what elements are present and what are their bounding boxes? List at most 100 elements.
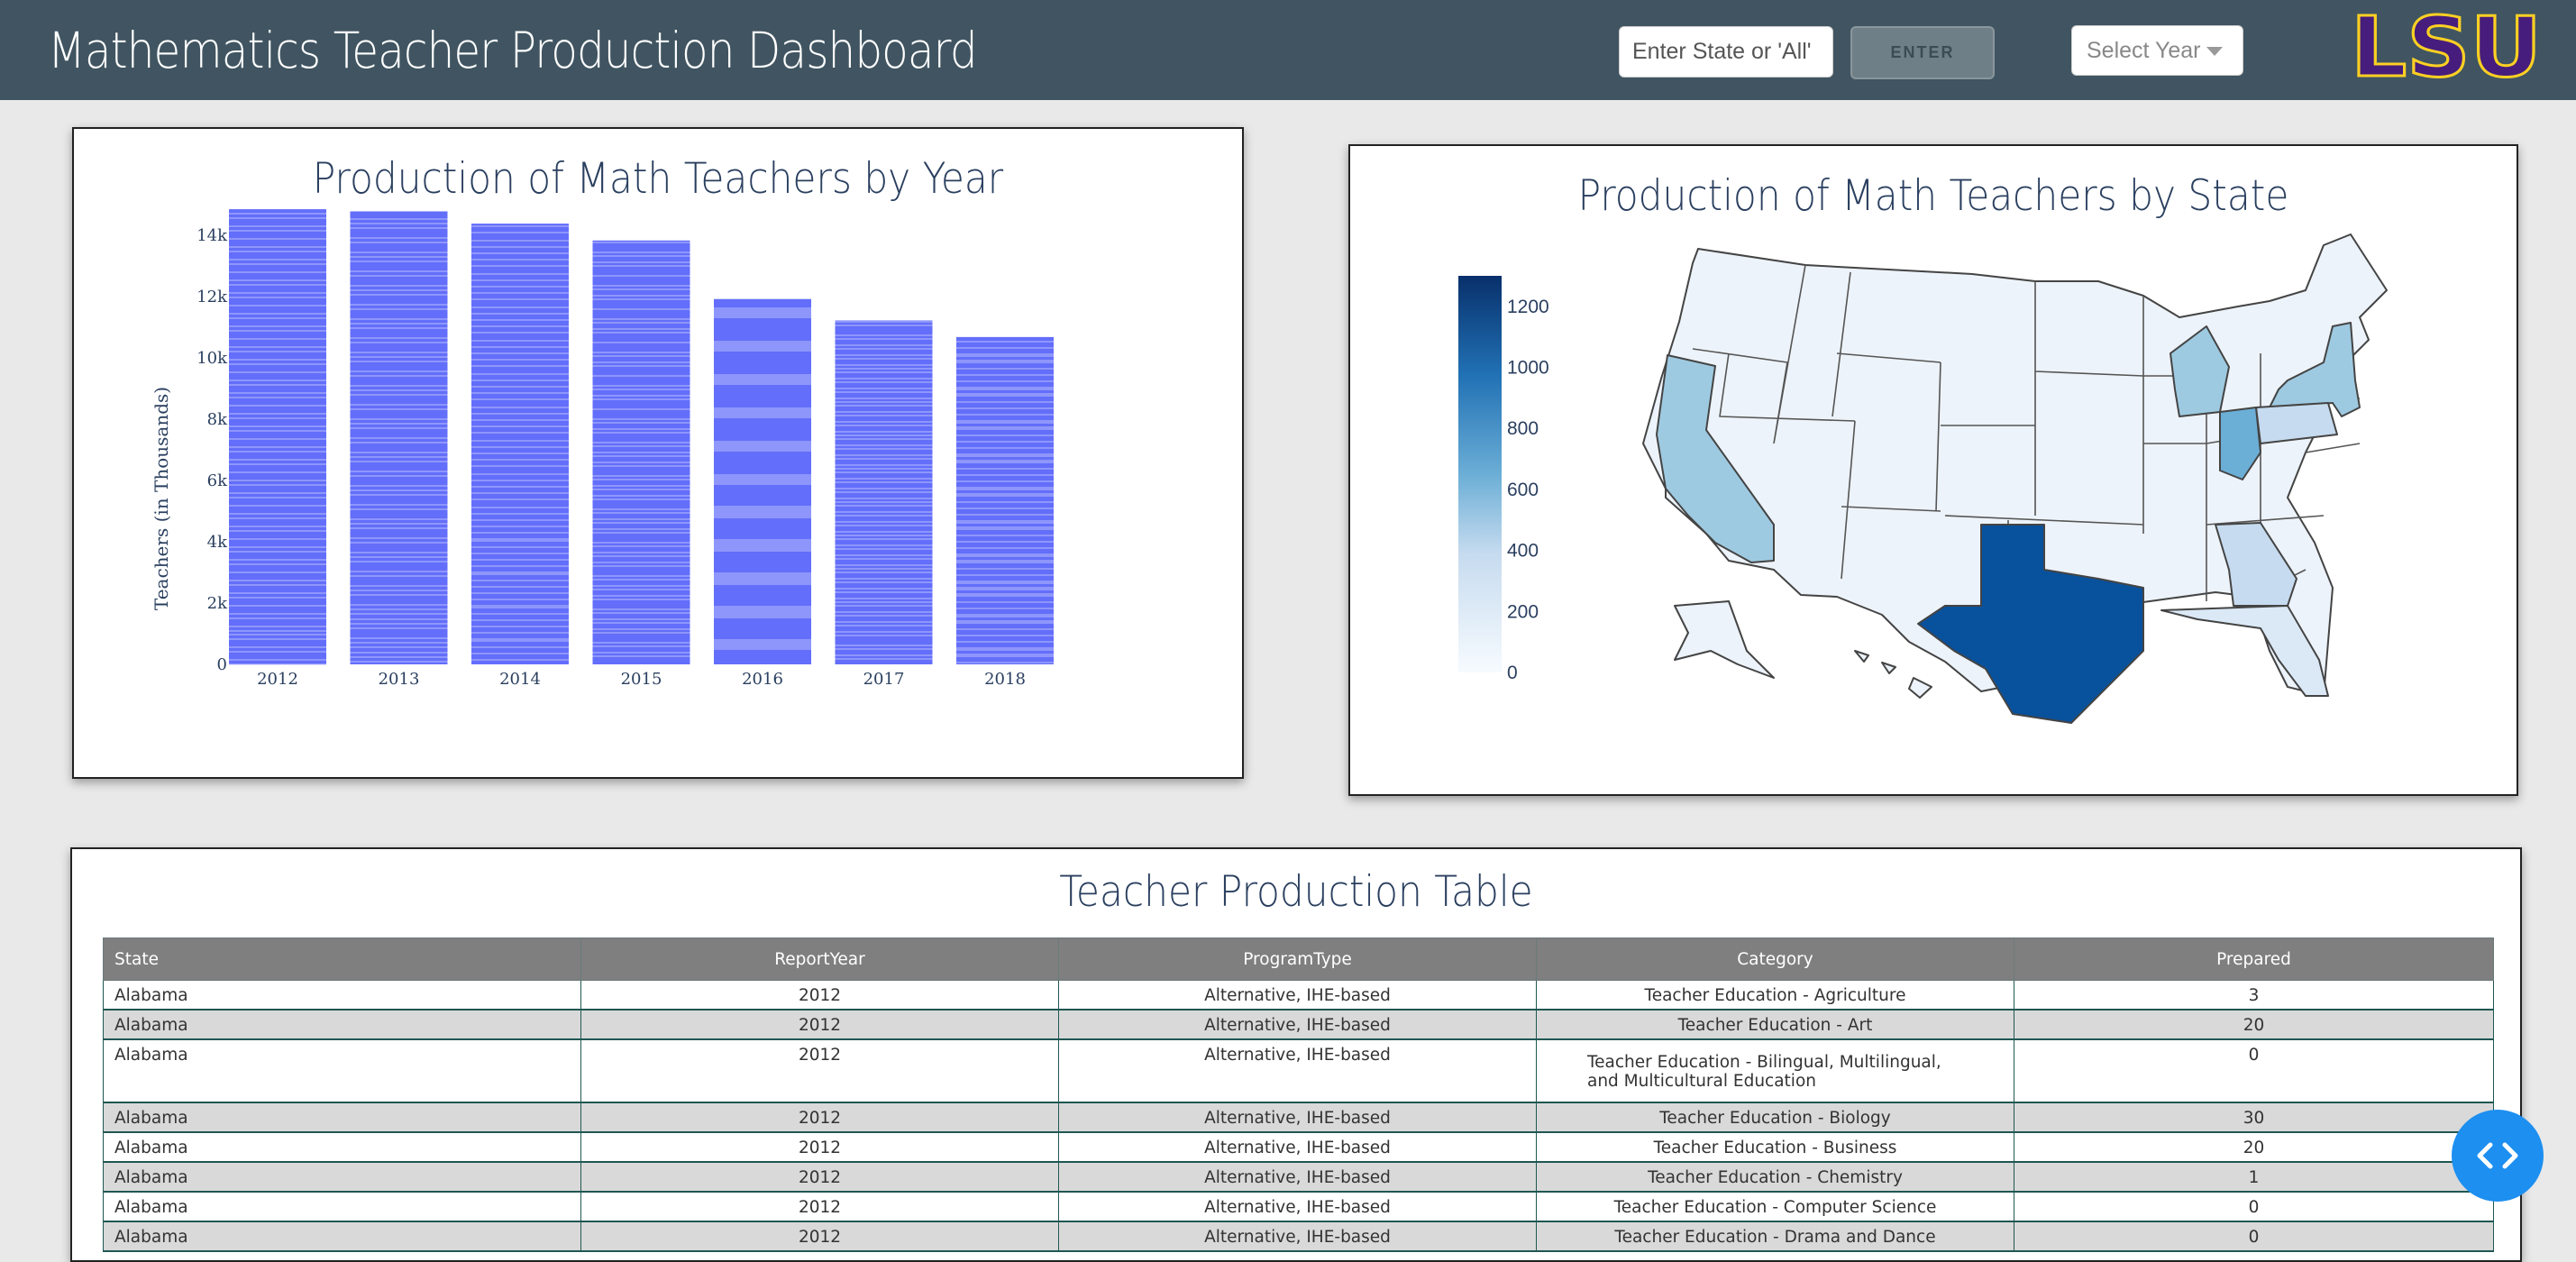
column-header-reportyear[interactable]: ReportYear — [580, 937, 1059, 981]
cell-category: Teacher Education - Drama and Dance — [1536, 1221, 2014, 1252]
cell-category: Teacher Education - Biology — [1536, 1102, 2014, 1133]
table-row[interactable]: Alabama 2012 Alternative, IHE-based Teac… — [103, 1132, 2494, 1163]
logo-text: LSU — [2351, 11, 2542, 81]
cell-category: Teacher Education - Business — [1536, 1132, 2014, 1163]
cell-prepared: 0 — [2014, 1039, 2494, 1103]
cell-programtype: Alternative, IHE-based — [1058, 1132, 1537, 1163]
cell-state: Alabama — [103, 1162, 581, 1193]
cell-state: Alabama — [103, 1039, 581, 1103]
map-chart-card: Production of Math Teachers by State 0 20… — [1348, 144, 2518, 796]
data-table: State ReportYear ProgramType Category Pr… — [103, 937, 2494, 1252]
table-row[interactable]: Alabama 2012 Alternative, IHE-based Teac… — [103, 1039, 2494, 1103]
lsu-logo: LSU — [2350, 11, 2544, 81]
y-tick-label: 2k — [207, 594, 228, 613]
colorbar — [1458, 276, 1502, 672]
y-tick-label: 6k — [207, 471, 228, 490]
year-select-placeholder: Select Year — [2087, 37, 2201, 63]
cell-prepared: 20 — [2014, 1132, 2494, 1163]
choropleth-map: 0 200 400 600 800 1000 1200 — [1458, 233, 2388, 724]
cell-state: Alabama — [103, 1102, 581, 1133]
cell-prepared: 30 — [2014, 1102, 2494, 1133]
bar-2016[interactable] — [714, 298, 811, 664]
x-tick-label: 2012 — [257, 670, 298, 689]
chevron-down-icon — [2206, 47, 2223, 56]
cell-reportyear: 2012 — [580, 1102, 1059, 1133]
cell-category: Teacher Education - Computer Science — [1536, 1192, 2014, 1222]
colorbar-tick-label: 200 — [1507, 601, 1539, 622]
cell-programtype: Alternative, IHE-based — [1058, 1102, 1537, 1133]
cell-programtype: Alternative, IHE-based — [1058, 1039, 1537, 1103]
enter-button[interactable]: ENTER — [1850, 26, 1995, 79]
x-tick-label: 2013 — [379, 670, 420, 689]
x-tick-label: 2015 — [621, 670, 662, 689]
us-map — [1642, 233, 2388, 724]
table-card: Teacher Production Table State ReportYea… — [70, 847, 2522, 1262]
colorbar-tick-label: 1000 — [1507, 358, 1549, 379]
cell-state: Alabama — [103, 980, 581, 1011]
cell-reportyear: 2012 — [580, 1221, 1059, 1252]
table-row[interactable]: Alabama 2012 Alternative, IHE-based Teac… — [103, 1162, 2494, 1193]
bar-2012[interactable] — [229, 209, 326, 664]
column-header-state[interactable]: State — [103, 937, 581, 981]
state-pennsylvania — [2255, 402, 2338, 444]
x-tick-label: 2014 — [499, 670, 541, 689]
y-tick-label: 12k — [196, 288, 228, 306]
state-hawaii — [1854, 650, 1932, 699]
cell-category: Teacher Education - Agriculture — [1536, 980, 2014, 1011]
cell-reportyear: 2012 — [580, 1162, 1059, 1193]
state-input[interactable] — [1619, 26, 1833, 78]
column-header-prepared[interactable]: Prepared — [2014, 937, 2494, 981]
cell-state: Alabama — [103, 1221, 581, 1252]
table-row[interactable]: Alabama 2012 Alternative, IHE-based Teac… — [103, 980, 2494, 1011]
bar-2014[interactable] — [471, 224, 569, 664]
code-icon — [2477, 1142, 2518, 1169]
bar-chart-card: Production of Math Teachers by Year Teac… — [72, 127, 1244, 779]
bar-2018[interactable] — [956, 336, 1054, 664]
table-row[interactable]: Alabama 2012 Alternative, IHE-based Teac… — [103, 1010, 2494, 1040]
colorbar-tick-label: 800 — [1507, 418, 1539, 439]
y-tick-label: 8k — [207, 410, 228, 429]
cell-prepared: 20 — [2014, 1010, 2494, 1040]
cell-category: Teacher Education - Chemistry — [1536, 1162, 2014, 1193]
code-toggle-button[interactable] — [2452, 1110, 2544, 1202]
colorbar-tick-label: 600 — [1507, 480, 1539, 500]
state-alaska — [1674, 600, 1775, 679]
column-header-programtype[interactable]: ProgramType — [1058, 937, 1537, 981]
cell-state: Alabama — [103, 1192, 581, 1222]
table-header-row: State ReportYear ProgramType Category Pr… — [103, 937, 2494, 981]
y-tick-label: 0 — [217, 655, 227, 674]
cell-reportyear: 2012 — [580, 1132, 1059, 1163]
y-tick-label: 10k — [196, 349, 228, 368]
cell-reportyear: 2012 — [580, 1010, 1059, 1040]
cell-state: Alabama — [103, 1010, 581, 1040]
cell-prepared: 0 — [2014, 1192, 2494, 1222]
year-select[interactable]: Select Year — [2071, 25, 2243, 76]
x-tick-label: 2016 — [742, 670, 783, 689]
cell-category: Teacher Education - Bilingual, Multiling… — [1536, 1039, 2014, 1103]
x-tick-label: 2018 — [984, 670, 1026, 689]
table-row[interactable]: Alabama 2012 Alternative, IHE-based Teac… — [103, 1102, 2494, 1133]
y-tick-label: 4k — [207, 533, 228, 552]
cell-prepared: 1 — [2014, 1162, 2494, 1193]
colorbar-tick-label: 400 — [1507, 541, 1539, 562]
app-title: Mathematics Teacher Production Dashboard — [48, 22, 978, 79]
y-axis-label: Teachers (in Thousands) — [151, 387, 172, 610]
cell-prepared: 3 — [2014, 980, 2494, 1011]
cell-reportyear: 2012 — [580, 1039, 1059, 1103]
table-row[interactable]: Alabama 2012 Alternative, IHE-based Teac… — [103, 1192, 2494, 1222]
column-header-category[interactable]: Category — [1536, 937, 2014, 981]
cell-programtype: Alternative, IHE-based — [1058, 980, 1537, 1011]
cell-state: Alabama — [103, 1132, 581, 1163]
cell-reportyear: 2012 — [580, 980, 1059, 1011]
table-row[interactable]: Alabama 2012 Alternative, IHE-based Teac… — [103, 1221, 2494, 1252]
bar-chart: Teachers (in Thousands) 0 2k 4k 6k 8k 10k 12k 1… — [151, 209, 1054, 689]
colorbar-tick-label: 1200 — [1507, 297, 1549, 317]
cell-programtype: Alternative, IHE-based — [1058, 1221, 1537, 1252]
table-title: Teacher Production Table — [1059, 867, 1533, 917]
cell-programtype: Alternative, IHE-based — [1058, 1162, 1537, 1193]
cell-prepared: 0 — [2014, 1221, 2494, 1252]
cell-category: Teacher Education - Art — [1536, 1010, 2014, 1040]
colorbar-tick-label: 0 — [1507, 663, 1518, 683]
app-header: Mathematics Teacher Production Dashboard… — [0, 0, 2576, 100]
y-tick-label: 14k — [196, 226, 228, 245]
